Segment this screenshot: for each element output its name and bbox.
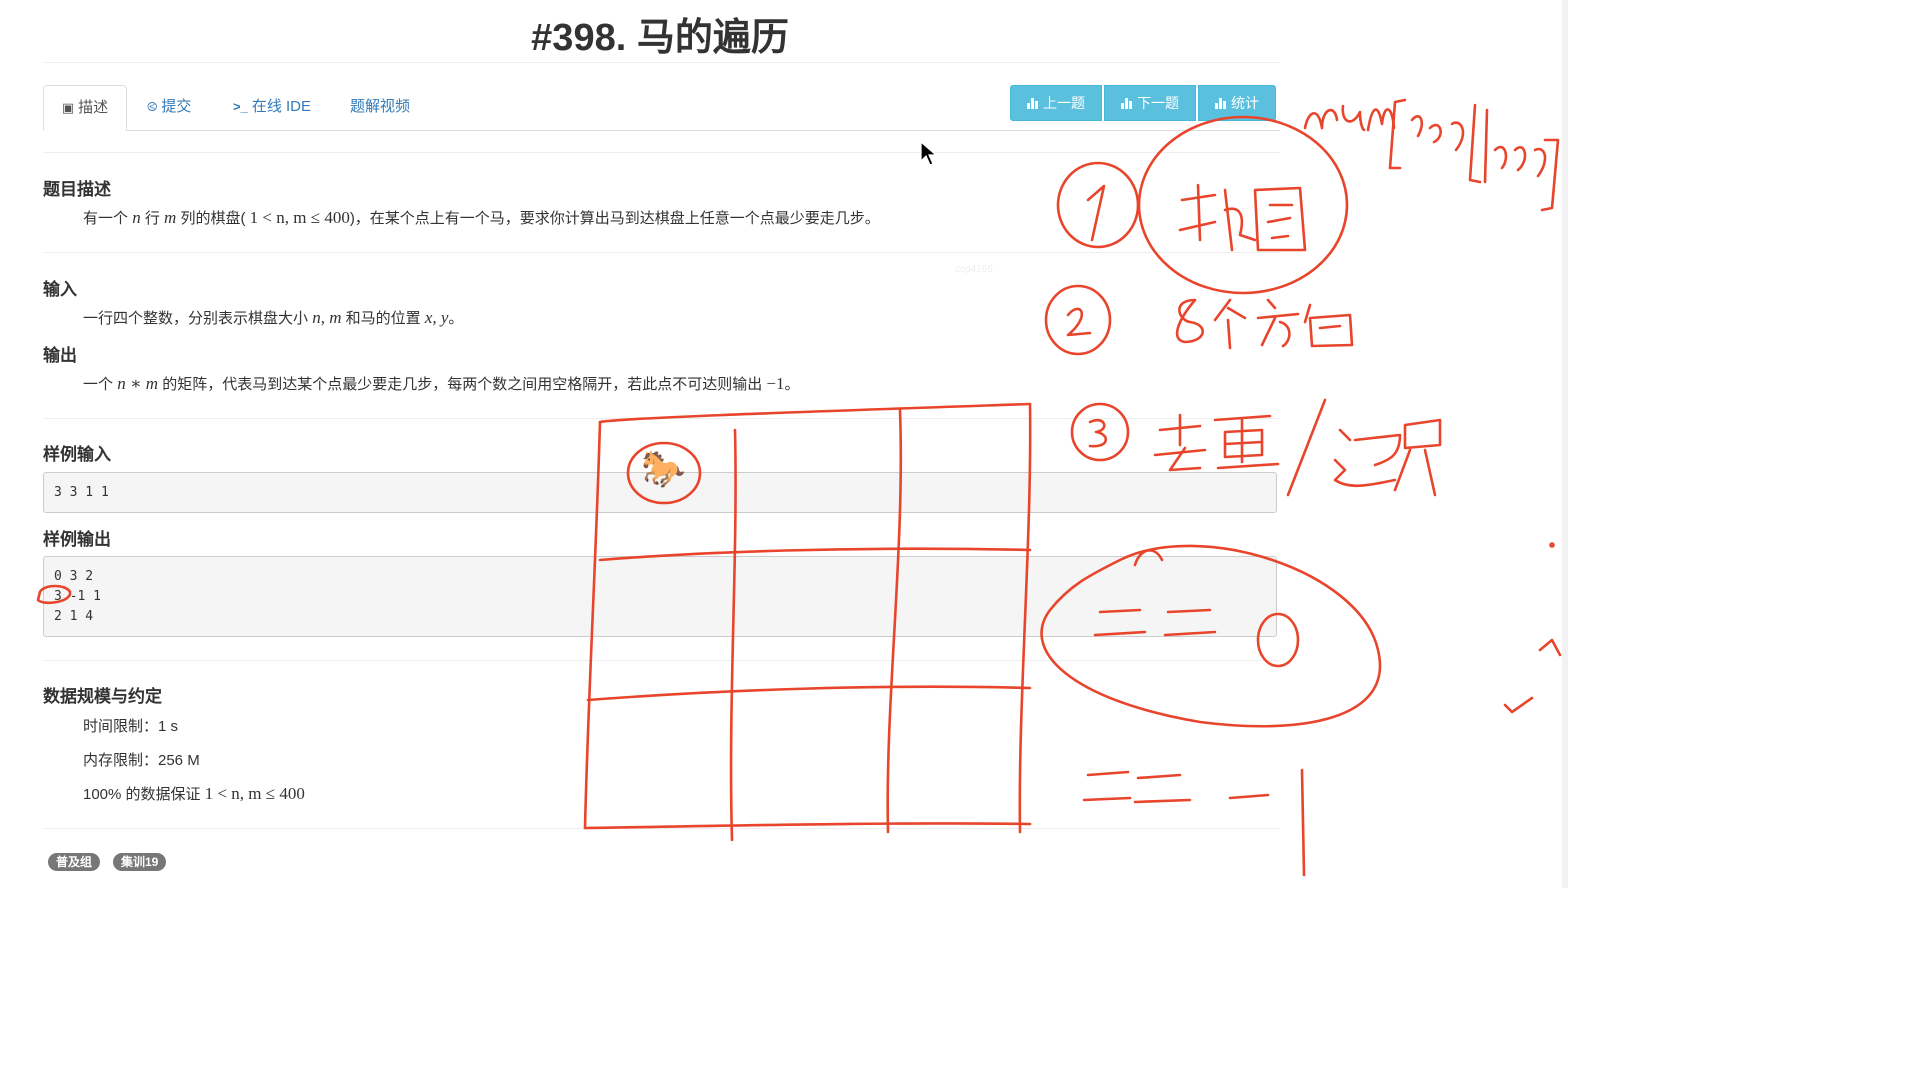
- data-guarantee: 100% 的数据保证 1 < n, m ≤ 400: [83, 783, 305, 804]
- problem-nav-buttons: 上一题 下一题 统计: [1010, 85, 1276, 121]
- desc-text-d: )，在某个点上有一个马，要求你计算出马到达棋盘上任意一个点最少要走几步。: [349, 210, 880, 227]
- horse-icon: 🐎: [641, 448, 686, 489]
- sample-output-heading: 样例输出: [43, 530, 111, 549]
- sample-output-line: 0 3 2: [54, 569, 94, 584]
- next-problem-button[interactable]: 下一题: [1104, 85, 1196, 121]
- section-divider: [43, 252, 1280, 253]
- hand-stray-mark: [1538, 638, 1562, 657]
- output-heading: 输出: [43, 346, 77, 365]
- terminal-icon: >_: [233, 99, 248, 114]
- input-vars-xy: x, y: [424, 308, 449, 327]
- hand-stray-dot: [1549, 542, 1555, 548]
- input-text-a: 一行四个整数，分别表示棋盘大小: [83, 310, 309, 327]
- page-title: #398. 马的遍历: [531, 17, 789, 59]
- output-text-c: 。: [784, 376, 800, 393]
- tab-solution-video-label: 题解视频: [350, 98, 411, 115]
- bar-chart-icon: [1121, 97, 1132, 109]
- output-text-b: 的矩阵，代表马到达某个点最少要走几步，每两个数之间用空格隔开，若此点不可达则输出: [162, 376, 763, 393]
- hand-check-mark: [1503, 696, 1534, 714]
- input-text-c: 。: [448, 310, 464, 327]
- section-divider: [43, 152, 1280, 153]
- watermark: ccp4166: [955, 264, 993, 275]
- input-text: 一行四个整数，分别表示棋盘大小 n, m 和马的位置 x, y。: [83, 307, 463, 328]
- output-text-a: 一个: [83, 376, 114, 393]
- hand-note-num-array: [1303, 98, 1560, 212]
- scrollbar[interactable]: [1562, 0, 1568, 888]
- section-divider: [43, 418, 1280, 419]
- hand-note-step-2-directions: [1044, 284, 1354, 356]
- handwriting-overlay: [36, 98, 1562, 877]
- desc-text-a: 有一个: [83, 210, 129, 227]
- tab-submit[interactable]: ⧀ 提交: [147, 85, 191, 129]
- bar-chart-icon: [1027, 97, 1038, 109]
- time-limit: 时间限制：1 s: [83, 718, 179, 735]
- prev-problem-button[interactable]: 上一题: [1010, 85, 1102, 121]
- output-expr: n ∗ m: [117, 374, 159, 393]
- tag-badge[interactable]: 普及组: [48, 853, 101, 871]
- tag-badge[interactable]: 集训19: [113, 853, 167, 871]
- input-text-b: 和马的位置: [345, 310, 421, 327]
- next-problem-label: 下一题: [1137, 95, 1179, 111]
- sample-input-heading: 样例输入: [43, 445, 111, 464]
- title-divider: [43, 62, 1280, 63]
- prev-problem-label: 上一题: [1043, 95, 1085, 111]
- input-vars-nm: n, m: [312, 308, 342, 327]
- output-neg-one: −1: [766, 374, 785, 393]
- tab-solution-video[interactable]: 题解视频: [350, 85, 410, 129]
- tab-submit-label: 提交: [161, 98, 192, 115]
- hand-note-step-1-map: [1056, 115, 1349, 295]
- tab-description[interactable]: ▣ 描述: [43, 85, 127, 131]
- desc-text-c: 列的棋盘(: [180, 210, 246, 227]
- tab-online-ide-label: 在线 IDE: [251, 98, 312, 115]
- input-heading: 输入: [43, 280, 77, 299]
- limits-heading: 数据规模与约定: [43, 687, 162, 706]
- upload-circle-icon: ⧀: [147, 99, 158, 114]
- desc-constraint: 1 < n, m ≤ 400: [249, 208, 350, 227]
- desc-text-b: 行: [144, 210, 160, 227]
- memory-limit: 内存限制：256 M: [83, 752, 200, 769]
- mouse-cursor-icon: [920, 141, 938, 166]
- sample-output-line: 2 1 4: [54, 609, 94, 624]
- sample-output-line: 3 -1 1: [54, 589, 101, 604]
- hand-note-minus-one: [1082, 768, 1306, 877]
- sample-output-box: 0 3 2 3 -1 1 2 1 4: [43, 556, 1277, 637]
- data-guarantee-text: 100% 的数据保证: [83, 786, 201, 803]
- statistics-button[interactable]: 统计: [1198, 85, 1276, 121]
- tab-description-label: 描述: [78, 99, 109, 116]
- section-divider: [43, 828, 1280, 829]
- description-text: 有一个 n 行 m 列的棋盘( 1 < n, m ≤ 400)，在某个点上有一个…: [83, 207, 880, 228]
- book-icon: ▣: [61, 100, 75, 115]
- section-divider: [43, 660, 1280, 661]
- data-guarantee-constraint: 1 < n, m ≤ 400: [204, 784, 305, 803]
- description-heading: 题目描述: [43, 180, 111, 199]
- tab-online-ide[interactable]: >_ 在线 IDE: [233, 85, 311, 129]
- desc-var-m: m: [164, 208, 177, 227]
- output-text: 一个 n ∗ m 的矩阵，代表马到达某个点最少要走几步，每两个数之间用空格隔开，…: [83, 373, 800, 394]
- bar-chart-icon: [1215, 97, 1226, 109]
- statistics-label: 统计: [1231, 95, 1259, 111]
- desc-var-n: n: [132, 208, 141, 227]
